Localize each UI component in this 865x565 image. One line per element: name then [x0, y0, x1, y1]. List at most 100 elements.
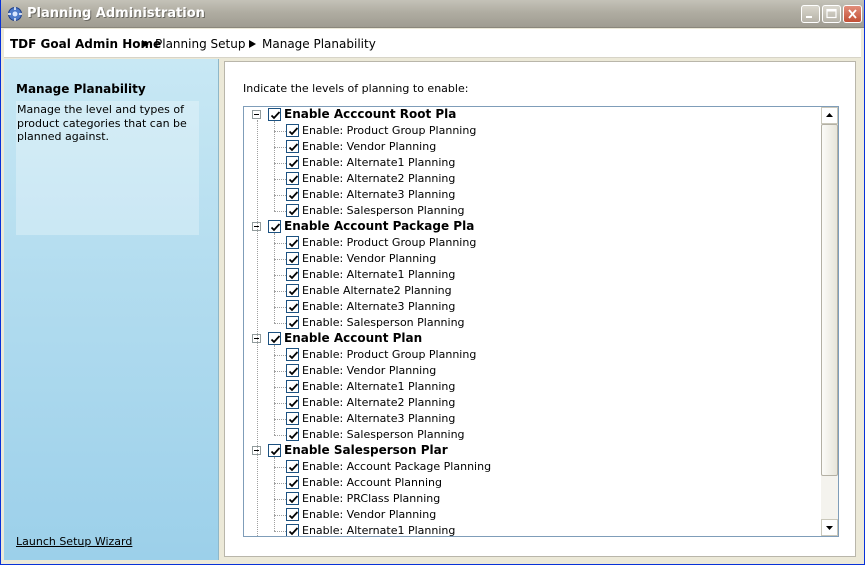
- tree-connector: [274, 483, 286, 484]
- content-panel: Indicate the levels of planning to enabl…: [224, 61, 856, 557]
- planning-option-label: Enable: Alternate3 Planning: [302, 300, 456, 313]
- planning-option-checkbox[interactable]: [286, 156, 299, 169]
- planning-option-label: Enable: Alternate1 Planning: [302, 380, 456, 393]
- planning-option-label: Enable: Alternate2 Planning: [302, 396, 456, 409]
- breadcrumb-home[interactable]: TDF Goal Admin Home: [10, 37, 161, 51]
- planning-option-checkbox[interactable]: [286, 252, 299, 265]
- tree-connector: [274, 275, 286, 276]
- planning-option-checkbox[interactable]: [286, 348, 299, 361]
- tree-connector: [274, 387, 286, 388]
- minimize-icon: [806, 16, 812, 18]
- tree-connector: [274, 371, 286, 372]
- tree-connector: [274, 243, 286, 244]
- maximize-icon: [826, 8, 837, 19]
- planning-administration-window: Planning Administration TDF Goal Admin H…: [0, 0, 865, 565]
- launch-setup-wizard-link[interactable]: Launch Setup Wizard: [16, 535, 132, 548]
- sidebar-title: Manage Planability: [16, 82, 146, 96]
- planning-option-checkbox[interactable]: [286, 476, 299, 489]
- group-checkbox[interactable]: [268, 108, 281, 121]
- planning-option-checkbox[interactable]: [286, 492, 299, 505]
- planning-option-checkbox[interactable]: [286, 284, 299, 297]
- planning-option-checkbox[interactable]: [286, 204, 299, 217]
- tree-connector: [274, 499, 286, 500]
- planning-option-label: Enable: Product Group Planning: [302, 124, 477, 137]
- tree-connector: [274, 211, 286, 212]
- scroll-down-button[interactable]: [821, 519, 838, 536]
- tree-connector: [274, 345, 275, 435]
- planning-option-label: Enable: Product Group Planning: [302, 236, 477, 249]
- planning-option-label: Enable: Vendor Planning: [302, 252, 437, 265]
- planning-option-checkbox[interactable]: [286, 316, 299, 329]
- planning-option-checkbox[interactable]: [286, 428, 299, 441]
- tree-connector: [274, 233, 275, 323]
- planning-option-checkbox[interactable]: [286, 188, 299, 201]
- planning-option-label: Enable: Product Group Planning: [302, 348, 477, 361]
- planning-option-checkbox[interactable]: [286, 396, 299, 409]
- planning-option-label: Enable: Account Package Planning: [302, 460, 492, 473]
- tree-connector: [274, 147, 286, 148]
- group-label: Enable Account Package Pla: [284, 219, 475, 233]
- planning-option-checkbox[interactable]: [286, 300, 299, 313]
- window-title: Planning Administration: [27, 6, 205, 21]
- tree-scrollbar[interactable]: [821, 107, 838, 536]
- arrow-down-icon: [826, 526, 833, 530]
- breadcrumb: TDF Goal Admin Home Planning Setup Manag…: [4, 29, 861, 58]
- tree-connector: [274, 259, 286, 260]
- tree-root-connector: [257, 120, 258, 536]
- scrollbar-thumb[interactable]: [821, 124, 838, 476]
- tree-connector: [274, 419, 286, 420]
- group-checkbox[interactable]: [268, 444, 281, 457]
- breadcrumb-manage-planability: Manage Planability: [262, 37, 376, 51]
- planning-option-label: Enable: PRClass Planning: [302, 492, 441, 505]
- collapse-toggle[interactable]: [252, 110, 261, 119]
- sidebar-description-panel: Manage the level and types of product ca…: [16, 101, 199, 235]
- planning-levels-tree[interactable]: Enable Acccount Root Pla Enable: Product …: [243, 106, 839, 537]
- tree-connector: [274, 515, 286, 516]
- title-bar[interactable]: Planning Administration: [1, 0, 864, 28]
- planning-option-checkbox[interactable]: [286, 524, 299, 536]
- tree-connector: [274, 435, 286, 436]
- sidebar-description: Manage the level and types of product ca…: [17, 103, 187, 143]
- tree-connector: [274, 291, 286, 292]
- group-checkbox[interactable]: [268, 220, 281, 233]
- planning-option-label: Enable: Salesperson Planning: [302, 316, 465, 329]
- planning-option-label: Enable: Vendor Planning: [302, 140, 437, 153]
- triangle-right-icon: [142, 40, 149, 48]
- planning-option-label: Enable: Alternate3 Planning: [302, 412, 456, 425]
- planning-option-checkbox[interactable]: [286, 412, 299, 425]
- planning-option-label: Enable: Vendor Planning: [302, 364, 437, 377]
- tree-connector: [274, 355, 286, 356]
- planning-app-icon: [7, 6, 23, 22]
- minimize-button[interactable]: [801, 5, 820, 23]
- group-checkbox[interactable]: [268, 332, 281, 345]
- planning-option-label: Enable Alternate2 Planning: [302, 284, 452, 297]
- planning-option-label: Enable: Alternate1 Planning: [302, 156, 456, 169]
- group-label: Enable Acccount Root Pla: [284, 107, 457, 121]
- maximize-button[interactable]: [822, 5, 841, 23]
- planning-option-checkbox[interactable]: [286, 124, 299, 137]
- scroll-up-button[interactable]: [821, 107, 838, 124]
- close-button[interactable]: [843, 5, 862, 23]
- breadcrumb-planning-setup[interactable]: Planning Setup: [155, 37, 245, 51]
- planning-option-checkbox[interactable]: [286, 172, 299, 185]
- tree-connector: [274, 195, 286, 196]
- planning-option-checkbox[interactable]: [286, 140, 299, 153]
- tree-connector: [274, 131, 286, 132]
- planning-option-label: Enable: Alternate3 Planning: [302, 188, 456, 201]
- tree-connector: [274, 163, 286, 164]
- planning-option-checkbox[interactable]: [286, 236, 299, 249]
- tree-connector: [274, 121, 275, 211]
- planning-option-label: Enable: Salesperson Planning: [302, 428, 465, 441]
- tree-connector: [274, 307, 286, 308]
- planning-option-label: Enable: Vendor Planning: [302, 508, 437, 521]
- planning-option-checkbox[interactable]: [286, 380, 299, 393]
- planning-option-checkbox[interactable]: [286, 508, 299, 521]
- tree-connector: [274, 467, 286, 468]
- planning-option-checkbox[interactable]: [286, 460, 299, 473]
- tree-connector: [274, 403, 286, 404]
- arrow-up-icon: [826, 113, 833, 117]
- planning-option-checkbox[interactable]: [286, 364, 299, 377]
- planning-option-checkbox[interactable]: [286, 268, 299, 281]
- planning-option-label: Enable: Account Planning: [302, 476, 442, 489]
- planning-option-label: Enable: Salesperson Planning: [302, 204, 465, 217]
